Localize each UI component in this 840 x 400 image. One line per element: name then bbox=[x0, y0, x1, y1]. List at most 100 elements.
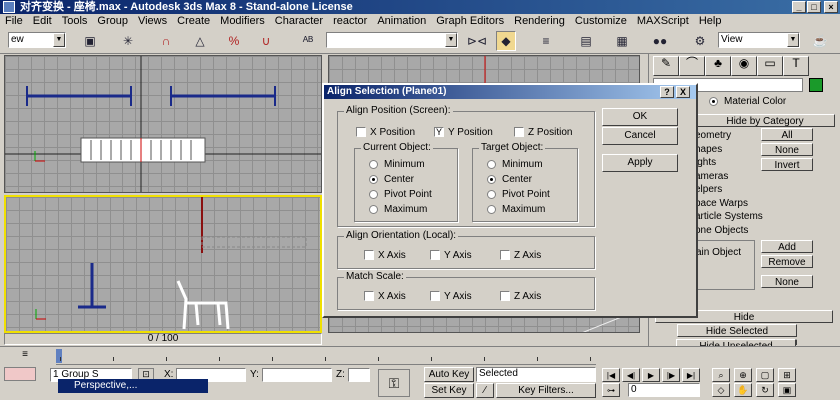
arc-rotate-icon[interactable]: ↻ bbox=[756, 383, 774, 397]
menu-group[interactable]: Group bbox=[92, 14, 133, 28]
previous-frame-icon[interactable]: ◀| bbox=[622, 368, 640, 382]
all-button[interactable]: All bbox=[761, 128, 813, 141]
layer-manager-icon[interactable]: ≡ bbox=[536, 31, 556, 51]
x-position-checkbox[interactable]: X Position bbox=[356, 127, 415, 138]
menu-views[interactable]: Views bbox=[133, 14, 172, 28]
motion-tab-icon[interactable]: ◉ bbox=[731, 56, 757, 76]
scale-x-axis-checkbox[interactable]: X Axis bbox=[364, 291, 406, 302]
menu-animation[interactable]: Animation bbox=[372, 14, 431, 28]
zoom-extents-icon[interactable]: ▢ bbox=[756, 368, 774, 382]
percent-snap-icon[interactable]: % bbox=[224, 31, 244, 51]
named-selection-combo[interactable]: ▼ bbox=[326, 32, 458, 48]
hide-by-category-rollout[interactable]: Hide by Category bbox=[695, 114, 835, 127]
menu-tools[interactable]: Tools bbox=[57, 14, 93, 28]
target-minimum-radio[interactable]: Minimum bbox=[487, 159, 543, 170]
snap-3d-icon[interactable]: ∩ bbox=[156, 31, 176, 51]
render-type-combo[interactable]: View ▼ bbox=[718, 32, 800, 48]
modify-tab-icon[interactable]: ⌒ bbox=[679, 56, 705, 76]
zoom-all-icon[interactable]: ⊕ bbox=[734, 368, 752, 382]
curve-editor-icon[interactable]: ▤ bbox=[576, 31, 596, 51]
menu-graph-editors[interactable]: Graph Editors bbox=[431, 14, 509, 28]
category-bone-objects[interactable]: one Objects bbox=[695, 224, 795, 238]
select-by-name-icon[interactable]: ▣ bbox=[80, 31, 100, 51]
zoom-icon[interactable]: ⌕ bbox=[712, 368, 730, 382]
category-particle-systems[interactable]: article Systems bbox=[695, 210, 795, 224]
hide-selected-button[interactable]: Hide Selected bbox=[677, 324, 797, 337]
dialog-close-button[interactable]: X bbox=[676, 86, 690, 98]
current-minimum-radio[interactable]: Minimum bbox=[369, 159, 425, 170]
go-to-start-icon[interactable]: |◀ bbox=[602, 368, 620, 382]
target-maximum-radio[interactable]: Maximum bbox=[487, 204, 545, 215]
orient-z-axis-checkbox[interactable]: Z Axis bbox=[500, 250, 541, 261]
hierarchy-tab-icon[interactable]: ♣ bbox=[705, 56, 731, 76]
angle-snap-icon[interactable]: △ bbox=[190, 31, 210, 51]
maximize-viewport-icon[interactable]: ▣ bbox=[778, 383, 796, 397]
orient-x-axis-checkbox[interactable]: X Axis bbox=[364, 250, 406, 261]
remove-button[interactable]: Remove bbox=[761, 255, 813, 268]
minimize-button[interactable]: _ bbox=[792, 1, 806, 13]
next-frame-icon[interactable]: |▶ bbox=[662, 368, 680, 382]
quick-render-icon[interactable]: ☕ bbox=[810, 31, 830, 51]
apply-button[interactable]: Apply bbox=[602, 154, 678, 172]
set-key-button[interactable]: Set Key bbox=[424, 383, 474, 398]
auto-key-button[interactable]: Auto Key bbox=[424, 367, 474, 382]
track-bar[interactable] bbox=[56, 349, 596, 365]
maximize-button[interactable]: □ bbox=[807, 1, 821, 13]
menu-create[interactable]: Create bbox=[172, 14, 215, 28]
schematic-view-icon[interactable]: ▦ bbox=[612, 31, 632, 51]
y-coord-field[interactable] bbox=[262, 368, 332, 382]
go-to-end-icon[interactable]: ▶| bbox=[682, 368, 700, 382]
key-mode-icon[interactable]: ⚿ bbox=[378, 369, 410, 397]
material-color-radio[interactable]: Material Color bbox=[709, 96, 786, 107]
none-list-button[interactable]: None bbox=[761, 275, 813, 288]
edit-named-selection-icon[interactable]: ᴬᴮ bbox=[298, 31, 318, 51]
ik-chain-list[interactable]: ain Object bbox=[691, 240, 755, 290]
object-color-swatch[interactable] bbox=[809, 78, 823, 92]
walk-icon[interactable]: ✳ bbox=[118, 31, 138, 51]
menu-edit[interactable]: Edit bbox=[28, 14, 57, 28]
maxscript-listener-mini[interactable] bbox=[4, 367, 36, 381]
current-maximum-radio[interactable]: Maximum bbox=[369, 204, 427, 215]
scale-z-axis-checkbox[interactable]: Z Axis bbox=[500, 291, 541, 302]
menu-modifiers[interactable]: Modifiers bbox=[215, 14, 270, 28]
selection-filter-combo[interactable]: ew ▼ bbox=[8, 32, 66, 48]
menu-help[interactable]: Help bbox=[694, 14, 727, 28]
app-icon[interactable] bbox=[3, 1, 15, 13]
close-window-button[interactable]: × bbox=[824, 1, 838, 13]
key-filters-button[interactable]: Key Filters... bbox=[496, 383, 596, 398]
field-of-view-icon[interactable]: ◇ bbox=[712, 383, 730, 397]
invert-button[interactable]: Invert bbox=[761, 158, 813, 171]
viewport-left[interactable] bbox=[4, 195, 322, 333]
time-marker[interactable] bbox=[56, 349, 62, 363]
cancel-button[interactable]: Cancel bbox=[602, 127, 678, 145]
play-icon[interactable]: ▶ bbox=[642, 368, 660, 382]
pan-icon[interactable]: ✋ bbox=[734, 383, 752, 397]
display-tab-icon[interactable]: ▭ bbox=[757, 56, 783, 76]
spinner-snap-icon[interactable]: ∪ bbox=[256, 31, 276, 51]
minimized-perspective-window[interactable]: Perspective,... bbox=[58, 379, 208, 393]
current-center-radio[interactable]: Center bbox=[369, 174, 414, 185]
menu-file[interactable]: File bbox=[0, 14, 28, 28]
dialog-help-button[interactable]: ? bbox=[660, 86, 674, 98]
y-position-checkbox[interactable]: YY Position bbox=[434, 127, 493, 138]
key-tangent-icon[interactable]: ∕ bbox=[476, 383, 494, 398]
menu-rendering[interactable]: Rendering bbox=[509, 14, 570, 28]
orient-y-axis-checkbox[interactable]: Y Axis bbox=[430, 250, 472, 261]
ok-button[interactable]: OK bbox=[602, 108, 678, 126]
render-scene-icon[interactable]: ⚙ bbox=[690, 31, 710, 51]
zoom-extents-all-icon[interactable]: ⊞ bbox=[778, 368, 796, 382]
current-frame-field[interactable]: 0 bbox=[628, 383, 700, 397]
mirror-icon[interactable]: ⊳⊲ bbox=[466, 31, 487, 51]
current-pivot-point-radio[interactable]: Pivot Point bbox=[369, 189, 432, 200]
category-helpers[interactable]: elpers bbox=[695, 183, 795, 197]
none-button[interactable]: None bbox=[761, 143, 813, 156]
viewport-top[interactable] bbox=[4, 55, 322, 193]
scale-y-axis-checkbox[interactable]: Y Axis bbox=[430, 291, 472, 302]
time-slider[interactable]: 0 / 100 bbox=[4, 333, 322, 345]
selection-set-combo[interactable]: Selected bbox=[476, 367, 596, 382]
create-tab-icon[interactable]: ✎ bbox=[653, 56, 679, 76]
menu-customize[interactable]: Customize bbox=[570, 14, 632, 28]
menu-maxscript[interactable]: MAXScript bbox=[632, 14, 694, 28]
track-bar-toggle-icon[interactable]: ≡ bbox=[16, 349, 34, 361]
target-center-radio[interactable]: Center bbox=[487, 174, 532, 185]
